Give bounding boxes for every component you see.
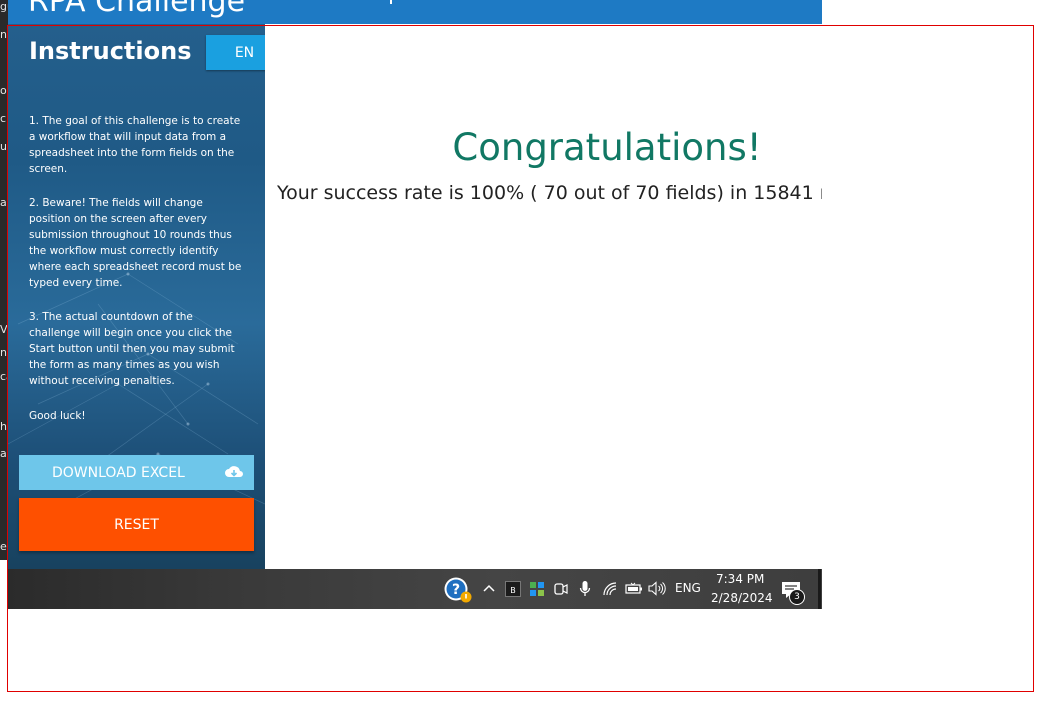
- clock-date[interactable]: 2/28/2024: [711, 591, 773, 605]
- microphone-icon[interactable]: [579, 580, 591, 598]
- help-icon[interactable]: ?: [443, 576, 473, 604]
- app-header: RPA Challenge: [8, 0, 822, 24]
- language-button[interactable]: EN: [206, 35, 265, 70]
- instruction-step-2: 2. Beware! The fields will change positi…: [29, 197, 242, 289]
- input-language-indicator[interactable]: ENG: [675, 581, 701, 595]
- grid-app-icon[interactable]: [529, 581, 545, 597]
- cloud-download-icon: [225, 466, 243, 477]
- app-icon[interactable]: B: [505, 581, 521, 597]
- meet-now-icon[interactable]: [554, 581, 568, 597]
- reset-button[interactable]: RESET: [19, 498, 254, 551]
- svg-text:?: ?: [452, 582, 460, 598]
- volume-icon[interactable]: [648, 581, 666, 596]
- chevron-up-icon[interactable]: [483, 583, 495, 593]
- windows-taskbar: ? B ENG 7:34 PM 2/28/2024 3: [8, 569, 822, 609]
- notification-count-badge: 3: [789, 589, 805, 605]
- success-rate-message: Your success rate is 100% ( 70 out of 70…: [277, 182, 822, 204]
- header-divider: [390, 0, 392, 4]
- app-title: RPA Challenge: [28, 0, 246, 19]
- good-luck-text: Good luck!: [29, 410, 86, 422]
- instructions-heading: Instructions: [29, 37, 192, 65]
- congratulations-heading: Congratulations!: [452, 126, 762, 169]
- instruction-step-3: 3. The actual countdown of the challenge…: [29, 311, 235, 387]
- instruction-step-1: 1. The goal of this challenge is to crea…: [29, 115, 241, 175]
- taskbar-show-desktop[interactable]: [818, 569, 821, 609]
- instructions-sidebar: Instructions EN 1. The goal of this chal…: [8, 24, 265, 569]
- download-excel-button[interactable]: DOWNLOAD EXCEL: [19, 455, 254, 490]
- svg-text:B: B: [510, 586, 516, 595]
- wifi-icon[interactable]: [602, 582, 618, 596]
- battery-icon[interactable]: [625, 582, 643, 595]
- clock-time[interactable]: 7:34 PM: [716, 572, 764, 586]
- download-excel-label: DOWNLOAD EXCEL: [52, 464, 185, 481]
